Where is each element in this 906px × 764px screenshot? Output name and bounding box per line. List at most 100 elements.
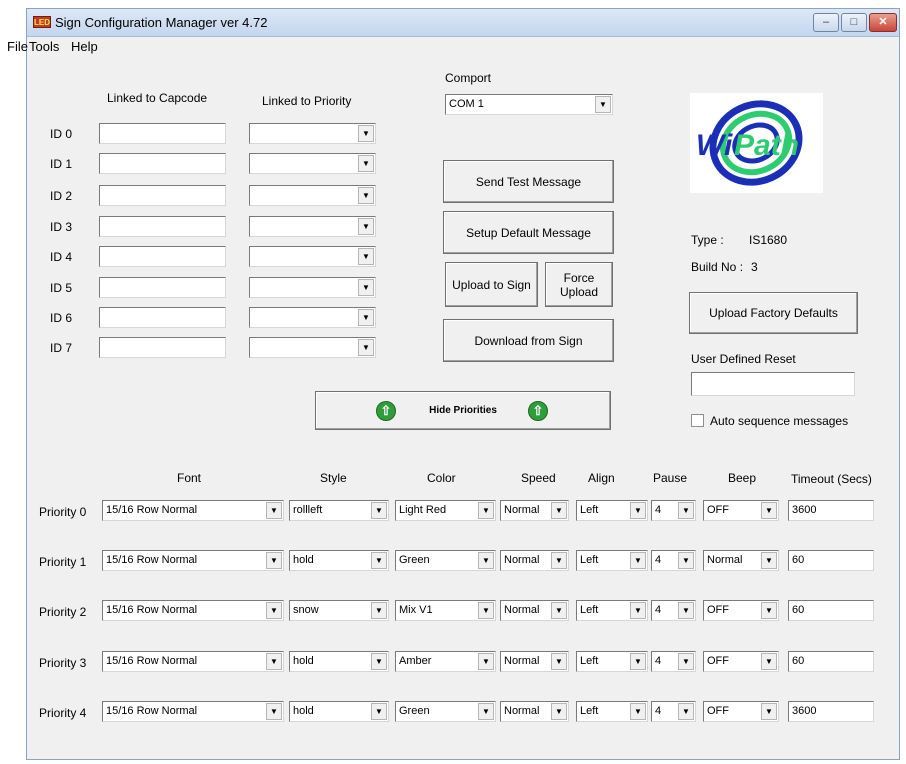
style-select[interactable]: snow ▼ [289, 600, 389, 621]
chevron-down-icon[interactable]: ▼ [630, 502, 646, 519]
linked-priority-select[interactable]: ▼ [249, 185, 376, 206]
chevron-down-icon[interactable]: ▼ [761, 602, 777, 619]
chevron-down-icon[interactable]: ▼ [478, 703, 494, 720]
timeout-input[interactable]: 60 [788, 600, 874, 621]
beep-select[interactable]: OFF ▼ [703, 651, 779, 672]
beep-select[interactable]: OFF ▼ [703, 500, 779, 521]
chevron-down-icon[interactable]: ▼ [551, 502, 567, 519]
upload-factory-defaults-button[interactable]: Upload Factory Defaults [689, 292, 858, 334]
capcode-input[interactable] [99, 185, 226, 206]
align-select[interactable]: Left ▼ [576, 550, 648, 571]
capcode-input[interactable] [99, 246, 226, 267]
beep-select[interactable]: OFF ▼ [703, 600, 779, 621]
menu-tools[interactable]: Tools [29, 39, 59, 54]
chevron-down-icon[interactable]: ▼ [761, 703, 777, 720]
font-select[interactable]: 15/16 Row Normal ▼ [102, 600, 284, 621]
chevron-down-icon[interactable]: ▼ [761, 552, 777, 569]
capcode-input[interactable] [99, 153, 226, 174]
capcode-input[interactable] [99, 277, 226, 298]
chevron-down-icon[interactable]: ▼ [551, 653, 567, 670]
chevron-down-icon[interactable]: ▼ [678, 703, 694, 720]
timeout-input[interactable]: 3600 [788, 701, 874, 722]
style-select[interactable]: hold ▼ [289, 550, 389, 571]
chevron-down-icon[interactable]: ▼ [371, 602, 387, 619]
align-select[interactable]: Left ▼ [576, 651, 648, 672]
chevron-down-icon[interactable]: ▼ [478, 653, 494, 670]
chevron-down-icon[interactable]: ▼ [358, 155, 374, 172]
chevron-down-icon[interactable]: ▼ [551, 602, 567, 619]
pause-select[interactable]: 4 ▼ [651, 651, 696, 672]
chevron-down-icon[interactable]: ▼ [551, 552, 567, 569]
hide-priorities-button[interactable]: ⇧ Hide Priorities ⇧ [315, 391, 611, 430]
pause-select[interactable]: 4 ▼ [651, 550, 696, 571]
speed-select[interactable]: Normal ▼ [500, 651, 569, 672]
font-select[interactable]: 15/16 Row Normal ▼ [102, 550, 284, 571]
download-from-sign-button[interactable]: Download from Sign [443, 319, 614, 362]
minimize-icon[interactable]: – [813, 13, 839, 32]
color-select[interactable]: Mix V1 ▼ [395, 600, 496, 621]
comport-select[interactable]: COM 1 ▼ [445, 94, 613, 115]
timeout-input[interactable]: 3600 [788, 500, 874, 521]
pause-select[interactable]: 4 ▼ [651, 701, 696, 722]
menu-file[interactable]: File [7, 39, 28, 54]
setup-default-message-button[interactable]: Setup Default Message [443, 211, 614, 254]
speed-select[interactable]: Normal ▼ [500, 550, 569, 571]
color-select[interactable]: Amber ▼ [395, 651, 496, 672]
pause-select[interactable]: 4 ▼ [651, 500, 696, 521]
upload-to-sign-button[interactable]: Upload to Sign [445, 262, 538, 307]
title-bar[interactable]: LED Sign Configuration Manager ver 4.72 … [27, 9, 899, 37]
speed-select[interactable]: Normal ▼ [500, 600, 569, 621]
chevron-down-icon[interactable]: ▼ [358, 218, 374, 235]
send-test-message-button[interactable]: Send Test Message [443, 160, 614, 203]
beep-select[interactable]: OFF ▼ [703, 701, 779, 722]
color-select[interactable]: Green ▼ [395, 550, 496, 571]
capcode-input[interactable] [99, 123, 226, 144]
chevron-down-icon[interactable]: ▼ [630, 653, 646, 670]
capcode-input[interactable] [99, 337, 226, 358]
chevron-down-icon[interactable]: ▼ [678, 502, 694, 519]
font-select[interactable]: 15/16 Row Normal ▼ [102, 500, 284, 521]
menu-help[interactable]: Help [71, 39, 98, 54]
chevron-down-icon[interactable]: ▼ [551, 703, 567, 720]
chevron-down-icon[interactable]: ▼ [478, 552, 494, 569]
chevron-down-icon[interactable]: ▼ [266, 502, 282, 519]
style-select[interactable]: hold ▼ [289, 651, 389, 672]
linked-priority-select[interactable]: ▼ [249, 153, 376, 174]
speed-select[interactable]: Normal ▼ [500, 500, 569, 521]
linked-priority-select[interactable]: ▼ [249, 337, 376, 358]
chevron-down-icon[interactable]: ▼ [358, 309, 374, 326]
force-upload-button[interactable]: Force Upload [545, 262, 613, 307]
timeout-input[interactable]: 60 [788, 651, 874, 672]
linked-priority-select[interactable]: ▼ [249, 216, 376, 237]
chevron-down-icon[interactable]: ▼ [266, 653, 282, 670]
maximize-icon[interactable]: □ [841, 13, 867, 32]
chevron-down-icon[interactable]: ▼ [761, 502, 777, 519]
close-icon[interactable]: ✕ [869, 13, 897, 32]
font-select[interactable]: 15/16 Row Normal ▼ [102, 651, 284, 672]
color-select[interactable]: Green ▼ [395, 701, 496, 722]
chevron-down-icon[interactable]: ▼ [630, 552, 646, 569]
pause-select[interactable]: 4 ▼ [651, 600, 696, 621]
font-select[interactable]: 15/16 Row Normal ▼ [102, 701, 284, 722]
chevron-down-icon[interactable]: ▼ [371, 703, 387, 720]
color-select[interactable]: Light Red ▼ [395, 500, 496, 521]
speed-select[interactable]: Normal ▼ [500, 701, 569, 722]
chevron-down-icon[interactable]: ▼ [630, 703, 646, 720]
chevron-down-icon[interactable]: ▼ [478, 502, 494, 519]
beep-select[interactable]: Normal ▼ [703, 550, 779, 571]
chevron-down-icon[interactable]: ▼ [358, 187, 374, 204]
chevron-down-icon[interactable]: ▼ [371, 653, 387, 670]
chevron-down-icon[interactable]: ▼ [761, 653, 777, 670]
chevron-down-icon[interactable]: ▼ [358, 248, 374, 265]
chevron-down-icon[interactable]: ▼ [266, 602, 282, 619]
chevron-down-icon[interactable]: ▼ [371, 552, 387, 569]
chevron-down-icon[interactable]: ▼ [358, 125, 374, 142]
style-select[interactable]: rollleft ▼ [289, 500, 389, 521]
chevron-down-icon[interactable]: ▼ [358, 339, 374, 356]
align-select[interactable]: Left ▼ [576, 600, 648, 621]
style-select[interactable]: hold ▼ [289, 701, 389, 722]
linked-priority-select[interactable]: ▼ [249, 307, 376, 328]
chevron-down-icon[interactable]: ▼ [371, 502, 387, 519]
linked-priority-select[interactable]: ▼ [249, 246, 376, 267]
linked-priority-select[interactable]: ▼ [249, 277, 376, 298]
